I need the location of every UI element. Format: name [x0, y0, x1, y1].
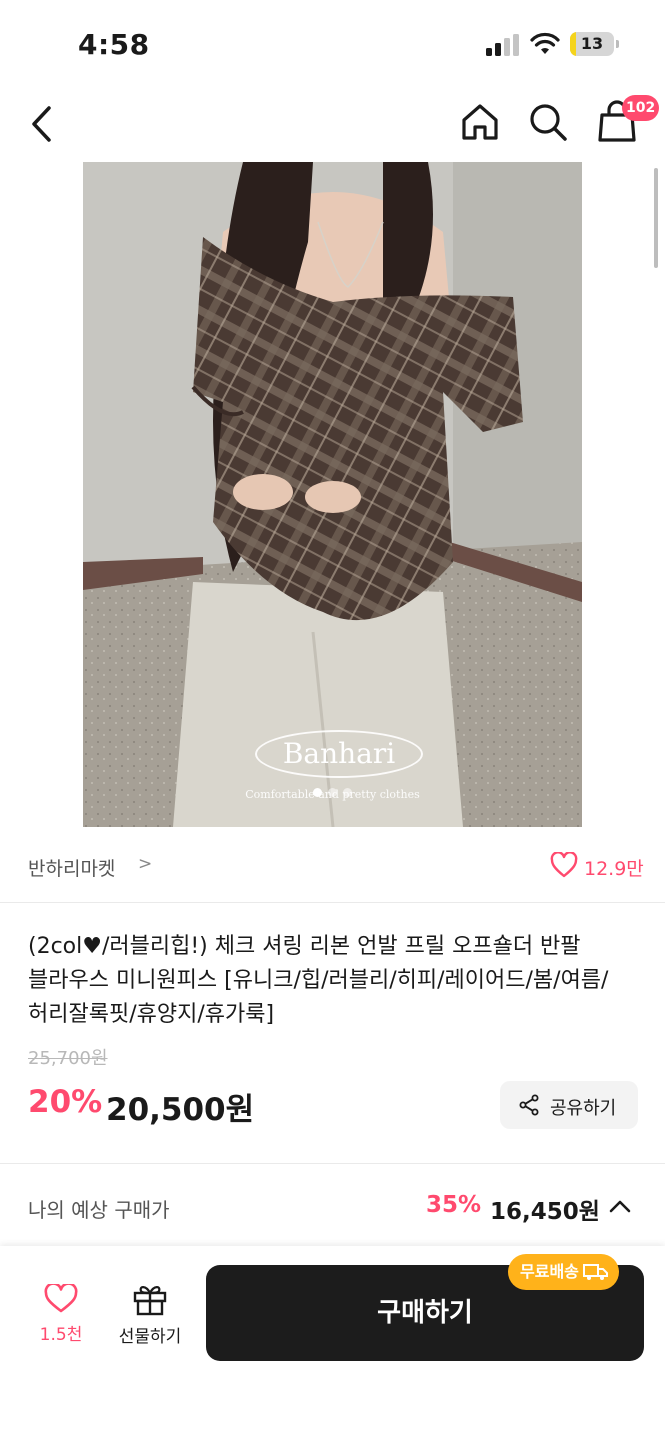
- free-shipping-badge: 무료배송: [508, 1254, 619, 1290]
- brand-tagline: Comfortable and pretty clothes: [245, 788, 420, 801]
- brand-logo: Banhari: [255, 730, 423, 778]
- top-nav-bar: [0, 88, 665, 160]
- expected-discount: 35%: [426, 1192, 482, 1218]
- gift-icon: [133, 1286, 167, 1316]
- share-icon: [519, 1094, 539, 1116]
- store-like-count: 12.9만: [584, 858, 644, 880]
- back-arrow-icon[interactable]: [22, 102, 62, 146]
- wifi-icon: [530, 32, 560, 54]
- status-bar: 4:58 13: [0, 0, 665, 88]
- sale-price: 20,500원: [106, 1092, 255, 1128]
- expected-price-label: 나의 예상 구매가: [28, 1198, 170, 1222]
- divider: [0, 1163, 665, 1164]
- page-scrollbar[interactable]: [654, 168, 658, 268]
- expected-price: 16,450원: [490, 1199, 600, 1225]
- delivery-truck-icon: [582, 1264, 608, 1280]
- heart-icon: [44, 1284, 78, 1313]
- product-photo: [83, 162, 582, 827]
- product-title: (2col♥/러블리힙!) 체크 셔링 리본 언발 프릴 오프숄더 반팔 블라우…: [28, 934, 609, 1027]
- wishlist-count: 1.5천: [39, 1325, 83, 1345]
- free-shipping-label: 무료배송: [520, 1262, 579, 1281]
- chevron-up-icon[interactable]: [608, 1198, 632, 1214]
- gift-button[interactable]: 선물하기: [110, 1282, 190, 1354]
- heart-icon[interactable]: [550, 852, 578, 878]
- cart-count-badge: 102: [622, 95, 660, 121]
- gift-label: 선물하기: [118, 1327, 182, 1347]
- store-row[interactable]: 반하리마켓 > 12.9만: [0, 838, 665, 894]
- home-icon[interactable]: [458, 100, 502, 144]
- cellular-signal-icon: [486, 34, 519, 56]
- search-icon[interactable]: [526, 100, 570, 144]
- battery-level: 13: [580, 34, 604, 53]
- divider: [0, 902, 665, 903]
- share-button[interactable]: 공유하기: [500, 1081, 638, 1129]
- chevron-right-icon: >: [138, 854, 153, 874]
- discount-rate: 20%: [28, 1084, 103, 1120]
- expected-price-row[interactable]: 나의 예상 구매가 35% 16,450원: [0, 1166, 665, 1246]
- status-time: 4:58: [78, 28, 150, 61]
- product-image[interactable]: Banhari Comfortable and pretty clothes: [83, 162, 582, 827]
- bottom-action-bar: 1.5천 선물하기 구매하기 무료배송: [0, 1246, 665, 1440]
- share-label: 공유하기: [550, 1098, 617, 1119]
- store-name[interactable]: 반하리마켓: [28, 854, 115, 881]
- battery-icon: 13: [570, 32, 620, 56]
- original-price: 25,700원: [28, 1048, 108, 1069]
- wishlist-button[interactable]: 1.5천: [30, 1284, 92, 1354]
